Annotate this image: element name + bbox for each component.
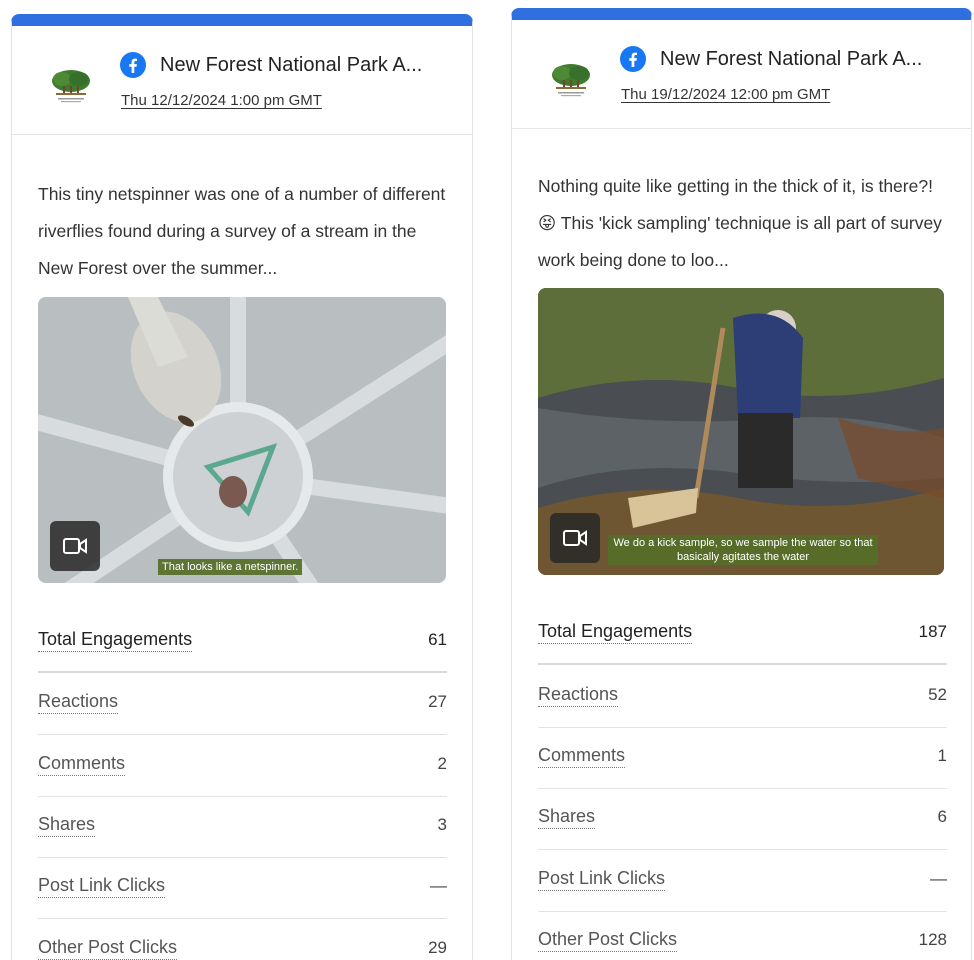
- metric-label[interactable]: Other Post Clicks: [38, 937, 178, 960]
- post-header: New Forest National Park A... Thu 12/12/…: [12, 26, 472, 135]
- metric-label[interactable]: Reactions: [538, 684, 619, 707]
- video-caption: That looks like a netspinner.: [158, 559, 303, 575]
- new-forest-logo-icon: [52, 70, 90, 103]
- metric-value: 52: [928, 685, 947, 704]
- metric-reactions: Reactions 52: [538, 666, 947, 728]
- video-play-button[interactable]: [50, 521, 100, 571]
- metric-label[interactable]: Comments: [38, 753, 126, 776]
- facebook-icon: [120, 52, 146, 78]
- post-text: This tiny netspinner was one of a number…: [38, 184, 446, 278]
- video-caption: We do a kick sample, so we sample the wa…: [608, 535, 878, 565]
- new-forest-logo-icon: [552, 64, 590, 97]
- facebook-icon: [620, 46, 646, 72]
- metric-value: —: [430, 876, 447, 895]
- metric-label[interactable]: Total Engagements: [538, 621, 693, 644]
- metric-post-link-clicks: Post Link Clicks —: [538, 850, 947, 912]
- post-header: New Forest National Park A... Thu 19/12/…: [512, 20, 971, 129]
- metric-label[interactable]: Shares: [38, 814, 96, 837]
- metric-label[interactable]: Total Engagements: [38, 629, 193, 652]
- metric-value: 3: [437, 815, 447, 834]
- metric-label[interactable]: Shares: [538, 806, 596, 829]
- metric-total-engagements: Total Engagements 187: [538, 603, 947, 665]
- metric-value: —: [930, 869, 947, 888]
- post-card-1: New Forest National Park A... Thu 12/12/…: [11, 14, 473, 960]
- metric-label[interactable]: Other Post Clicks: [538, 929, 678, 952]
- metric-value: 61: [428, 630, 447, 649]
- metric-value: 2: [437, 754, 447, 773]
- post-video-thumbnail[interactable]: We do a kick sample, so we sample the wa…: [538, 288, 944, 575]
- post-date-link[interactable]: Thu 19/12/2024 12:00 pm GMT: [621, 86, 830, 103]
- video-play-button[interactable]: [550, 513, 600, 563]
- post-text: Nothing quite like getting in the thick …: [538, 176, 942, 270]
- metric-other-post-clicks: Other Post Clicks 29: [38, 919, 447, 960]
- metric-value: 128: [918, 930, 947, 949]
- metric-label[interactable]: Reactions: [38, 691, 119, 714]
- metric-value: 187: [918, 622, 947, 641]
- metric-value: 27: [428, 692, 447, 711]
- metric-post-link-clicks: Post Link Clicks —: [38, 857, 447, 919]
- metric-comments: Comments 1: [538, 727, 947, 789]
- metric-shares: Shares 3: [38, 796, 447, 858]
- account-name[interactable]: New Forest National Park A...: [160, 54, 422, 77]
- metric-value: 1: [937, 746, 947, 765]
- metric-value: 29: [428, 938, 447, 957]
- video-camera-icon: [563, 530, 587, 546]
- post-card-2: New Forest National Park A... Thu 19/12/…: [511, 8, 972, 960]
- metric-total-engagements: Total Engagements 61: [38, 611, 447, 673]
- metric-other-post-clicks: Other Post Clicks 128: [538, 911, 947, 960]
- metric-comments: Comments 2: [38, 735, 447, 797]
- metric-shares: Shares 6: [538, 788, 947, 850]
- post-video-thumbnail[interactable]: That looks like a netspinner.: [38, 297, 446, 583]
- metric-label[interactable]: Post Link Clicks: [38, 875, 166, 898]
- post-date-link[interactable]: Thu 12/12/2024 1:00 pm GMT: [121, 92, 322, 109]
- metric-value: 6: [937, 807, 947, 826]
- account-name[interactable]: New Forest National Park A...: [660, 48, 922, 71]
- metric-label[interactable]: Comments: [538, 745, 626, 768]
- metric-label[interactable]: Post Link Clicks: [538, 868, 666, 891]
- video-camera-icon: [63, 538, 87, 554]
- metric-reactions: Reactions 27: [38, 673, 447, 735]
